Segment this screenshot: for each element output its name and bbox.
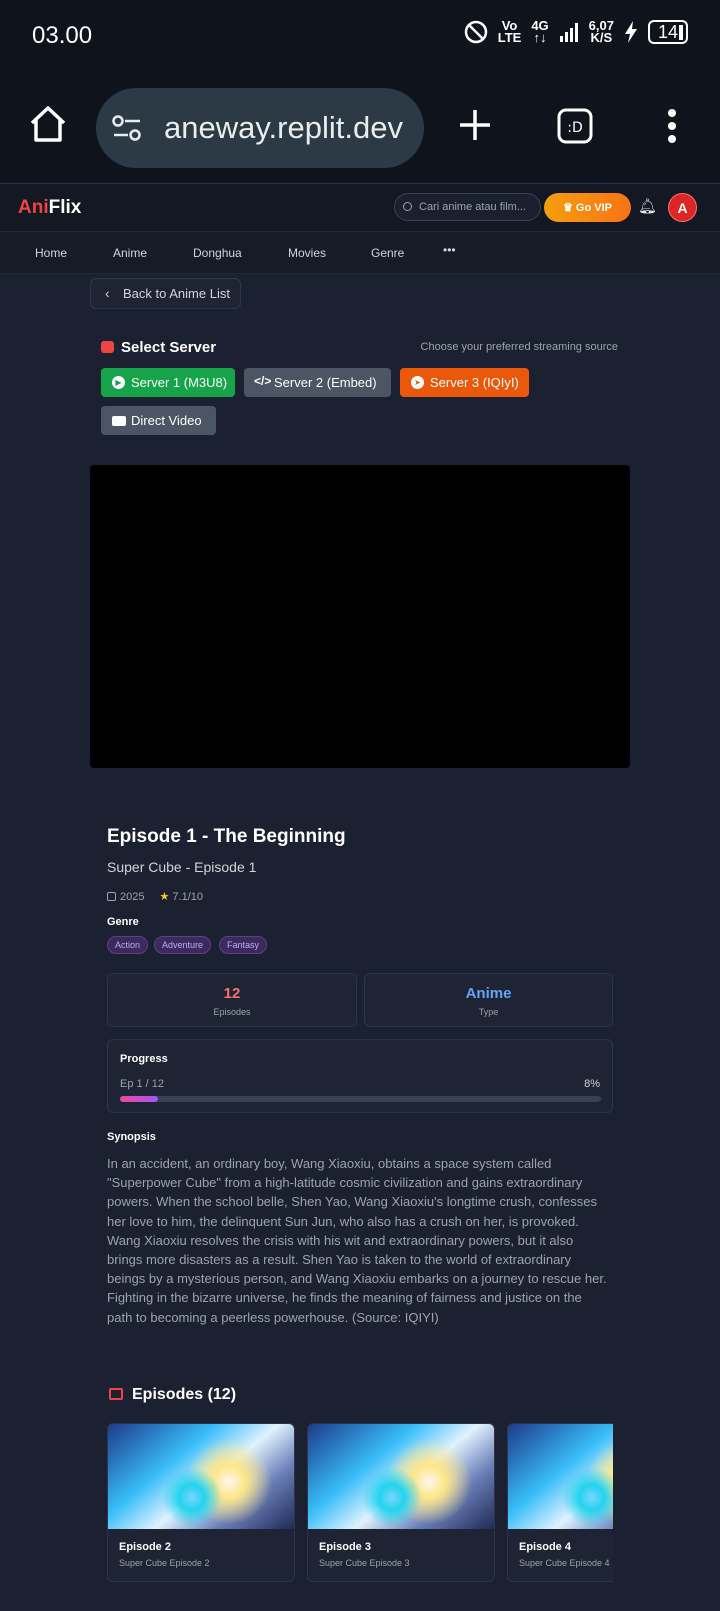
server-section-title: Select Server bbox=[101, 339, 216, 356]
type-label: Type bbox=[478, 1007, 499, 1017]
nav-item-genre[interactable]: Genre bbox=[371, 246, 404, 260]
site-settings-icon[interactable] bbox=[112, 114, 142, 142]
signal-icon bbox=[559, 23, 578, 42]
play-icon: ▶ bbox=[112, 376, 125, 389]
progress-card: Progress Ep 1 / 12 8% bbox=[107, 1039, 613, 1113]
server-hint: Choose your preferred streaming source bbox=[420, 341, 618, 353]
notification-bell-icon[interactable]: 🔔︎ bbox=[638, 197, 657, 215]
calendar-icon bbox=[107, 892, 116, 901]
episodes-carousel[interactable]: Episode 2 Super Cube Episode 2 Episode 3… bbox=[107, 1423, 613, 1583]
progress-label: Progress bbox=[120, 1053, 168, 1065]
type-value: Anime bbox=[465, 985, 512, 1002]
progress-bar bbox=[120, 1096, 601, 1102]
battery-level: 14 bbox=[647, 20, 688, 44]
rating: 7.1/10 bbox=[172, 891, 204, 903]
episodes-section-title: Episodes (12) bbox=[109, 1386, 236, 1404]
genre-tag-fantasy[interactable]: Fantasy bbox=[219, 936, 268, 954]
server-icon bbox=[101, 341, 114, 353]
server-3-button[interactable]: ➤ Server 3 (IQIyI) bbox=[400, 368, 529, 397]
episode-title: Episode 1 - The Beginning bbox=[107, 826, 346, 847]
nav-item-home[interactable]: Home bbox=[35, 246, 67, 260]
compass-icon: ➤ bbox=[411, 376, 424, 389]
genre-tag-action[interactable]: Action bbox=[107, 936, 149, 954]
server-2-button[interactable]: </> Server 2 (Embed) bbox=[244, 368, 391, 397]
site-logo[interactable]: AniFlix bbox=[18, 197, 81, 219]
release-year: 2025 bbox=[120, 891, 145, 903]
genre-tag-adventure[interactable]: Adventure bbox=[154, 936, 212, 954]
progress-percent: 8% bbox=[584, 1078, 600, 1090]
episode-card[interactable]: Episode 2 Super Cube Episode 2 bbox=[107, 1423, 295, 1582]
more-options-icon[interactable] bbox=[664, 108, 680, 144]
nav-item-anime[interactable]: Anime bbox=[113, 246, 147, 260]
server-1-button[interactable]: ▶ Server 1 (M3U8) bbox=[101, 368, 235, 397]
episode-card-subtitle: Super Cube Episode 3 bbox=[319, 1558, 410, 1568]
main-nav: Home Anime Donghua Movies Genre ••• bbox=[0, 232, 720, 274]
network-speed: 6,07 K/S bbox=[588, 18, 614, 45]
episode-thumbnail bbox=[108, 1424, 294, 1529]
nav-item-movies[interactable]: Movies bbox=[288, 246, 326, 260]
episode-card-subtitle: Super Cube Episode 2 bbox=[119, 1558, 210, 1568]
search-icon bbox=[403, 202, 412, 211]
stack-icon bbox=[109, 1388, 123, 1400]
tab-switcher-icon[interactable]: :D bbox=[557, 108, 593, 144]
episodes-count-card: 12 Episodes bbox=[107, 973, 357, 1027]
svg-text::D: :D bbox=[567, 120, 583, 136]
episode-subtitle: Super Cube - Episode 1 bbox=[107, 859, 257, 875]
episode-thumbnail bbox=[308, 1424, 494, 1529]
episodes-count-label: Episodes bbox=[213, 1007, 251, 1017]
episode-thumbnail bbox=[508, 1424, 613, 1529]
go-vip-button[interactable]: ♛ Go VIP bbox=[544, 193, 631, 222]
chevron-left-icon: ‹ bbox=[105, 285, 110, 301]
status-icons: Vo LTE 4G ↑↓ 6,07 K/S 14 bbox=[464, 18, 688, 45]
episode-card-title: Episode 3 bbox=[319, 1541, 371, 1553]
user-avatar[interactable]: A bbox=[668, 193, 697, 222]
synopsis-text: In an accident, an ordinary boy, Wang Xi… bbox=[107, 1156, 607, 1325]
episodes-count: 12 bbox=[223, 985, 241, 1002]
progress-episode-text: Ep 1 / 12 bbox=[120, 1078, 165, 1090]
video-player[interactable] bbox=[90, 465, 630, 768]
status-bar: 03.00 Vo LTE 4G ↑↓ 6,07 K/S 14 bbox=[0, 0, 720, 72]
synopsis-label: Synopsis bbox=[107, 1131, 156, 1143]
search-input[interactable]: Cari anime atau film... bbox=[394, 193, 541, 221]
nav-more-icon[interactable]: ••• bbox=[443, 243, 456, 257]
genre-label: Genre bbox=[107, 916, 139, 928]
type-card: Anime Type bbox=[364, 973, 613, 1027]
star-icon: ★ bbox=[159, 891, 170, 903]
do-not-disturb-icon bbox=[464, 20, 487, 44]
episode-card-subtitle: Super Cube Episode 4 bbox=[519, 1558, 610, 1568]
site-header: AniFlix Cari anime atau film... ♛ Go VIP… bbox=[0, 184, 720, 232]
direct-video-button[interactable]: Direct Video bbox=[101, 406, 216, 435]
url-text: aneway.replit.dev bbox=[164, 110, 403, 145]
charging-icon bbox=[624, 21, 637, 43]
back-to-list-button[interactable]: ‹ Back to Anime List bbox=[90, 278, 241, 309]
episode-card-title: Episode 4 bbox=[519, 1541, 571, 1553]
network-type-indicator: 4G ↑↓ bbox=[531, 18, 549, 45]
episode-card[interactable]: Episode 3 Super Cube Episode 3 bbox=[307, 1423, 495, 1582]
episode-card-title: Episode 2 bbox=[119, 1541, 171, 1553]
episode-card[interactable]: Episode 4 Super Cube Episode 4 bbox=[507, 1423, 613, 1582]
address-bar[interactable]: aneway.replit.dev bbox=[96, 88, 424, 168]
crown-icon: ♛ bbox=[563, 202, 576, 214]
status-time: 03.00 bbox=[32, 22, 93, 49]
progress-bar-fill bbox=[120, 1096, 159, 1102]
new-tab-icon[interactable] bbox=[458, 108, 492, 142]
nav-item-donghua[interactable]: Donghua bbox=[193, 246, 242, 260]
code-icon: </> bbox=[254, 374, 272, 388]
browser-toolbar: aneway.replit.dev :D bbox=[0, 72, 720, 184]
home-icon[interactable] bbox=[28, 104, 68, 144]
episode-meta: 2025 ★ 7.1/10 bbox=[107, 890, 203, 903]
volte-indicator: Vo LTE bbox=[497, 18, 522, 45]
video-camera-icon bbox=[112, 416, 126, 426]
